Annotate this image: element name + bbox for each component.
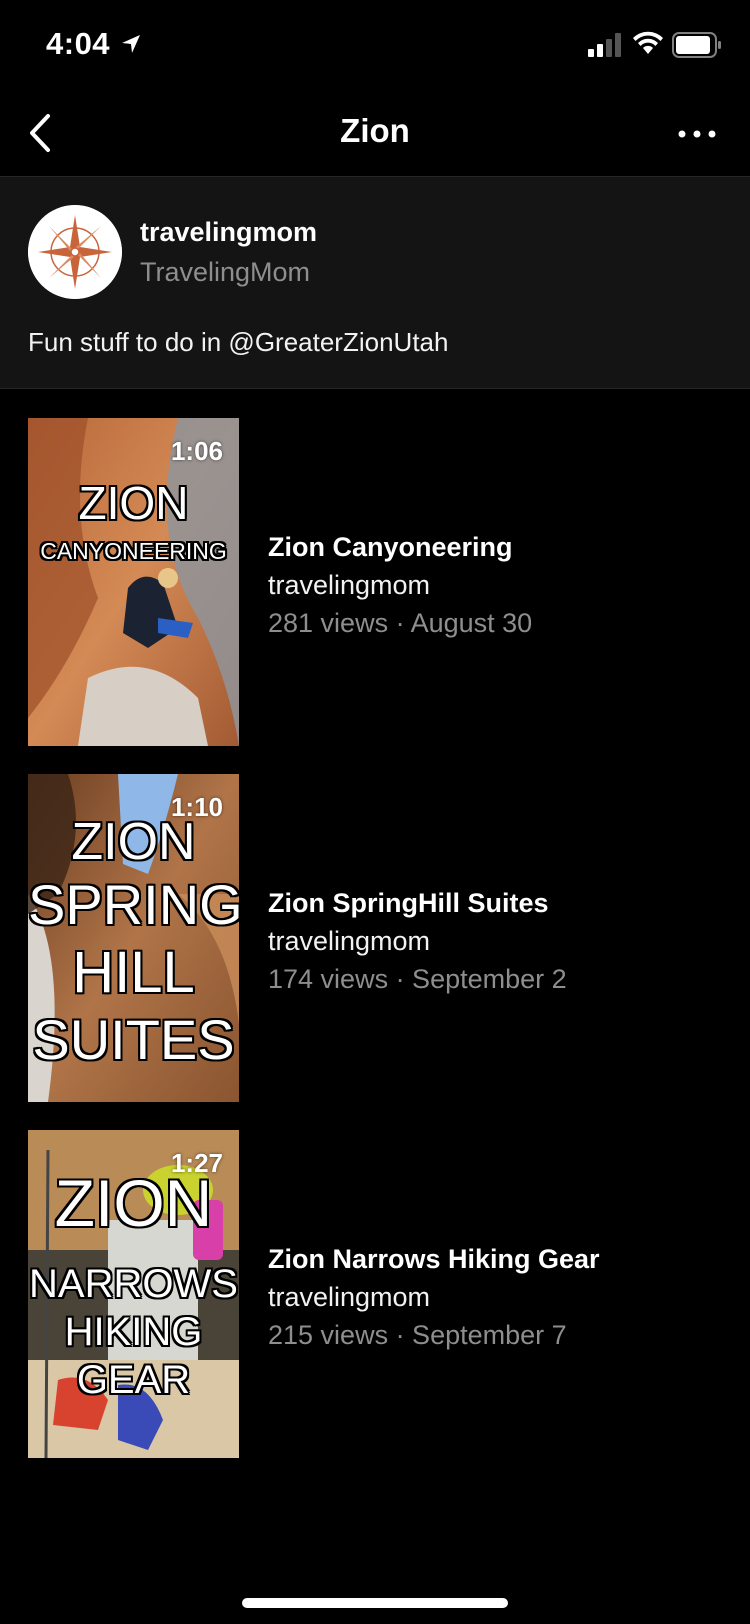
video-channel[interactable]: travelingmom bbox=[268, 1278, 728, 1316]
thumbnail-title-text: SPRING bbox=[28, 873, 239, 936]
video-meta: 174 views · September 2 bbox=[268, 964, 567, 994]
more-options-icon[interactable] bbox=[672, 116, 722, 152]
status-bar: 4:04 bbox=[0, 0, 750, 92]
video-list-item[interactable]: 1:27 ZION NARROWS HIKING GEAR Zion Narro… bbox=[0, 1130, 750, 1458]
video-title[interactable]: Zion Narrows Hiking Gear bbox=[268, 1240, 728, 1278]
thumbnail-title-text: SUITES bbox=[32, 1008, 235, 1071]
video-channel[interactable]: travelingmom bbox=[268, 566, 728, 604]
thumbnail-title-text: ZION bbox=[78, 477, 189, 529]
video-thumbnail[interactable]: 1:27 ZION NARROWS HIKING GEAR bbox=[28, 1130, 239, 1458]
video-thumbnail[interactable]: 1:06 ZION CANYONEERING bbox=[28, 418, 239, 746]
thumbnail-title-text: HILL bbox=[72, 940, 195, 1005]
playlist-description: Fun stuff to do in @GreaterZionUtah bbox=[28, 327, 449, 357]
video-info: Zion Narrows Hiking Gear travelingmom 21… bbox=[268, 1240, 728, 1354]
thumbnail-title-text: GEAR bbox=[76, 1358, 191, 1402]
video-meta: 281 views · August 30 bbox=[268, 608, 533, 638]
video-list-item[interactable]: 1:06 ZION CANYONEERING Zion Canyoneering… bbox=[0, 418, 750, 746]
cellular-signal-icon bbox=[588, 33, 621, 57]
avatar[interactable] bbox=[28, 205, 122, 299]
thumbnail-image bbox=[28, 418, 239, 746]
thumbnail-title-text: CANYONEERING bbox=[40, 538, 227, 564]
video-title[interactable]: Zion Canyoneering bbox=[268, 528, 728, 566]
video-duration-badge: 1:06 bbox=[170, 436, 223, 466]
thumbnail-title-text: ZION bbox=[71, 813, 196, 871]
video-info: Zion Canyoneering travelingmom 281 views… bbox=[268, 528, 728, 642]
playlist-header-card: travelingmom TravelingMom Fun stuff to d… bbox=[0, 177, 750, 389]
location-arrow-icon bbox=[122, 35, 140, 53]
channel-username[interactable]: travelingmom bbox=[140, 217, 317, 248]
status-time: 4:04 bbox=[46, 26, 111, 61]
video-channel[interactable]: travelingmom bbox=[268, 922, 728, 960]
video-thumbnail[interactable]: 1:10 ZION SPRING HILL SUITES bbox=[28, 774, 239, 1102]
compass-rose-logo-icon bbox=[28, 205, 122, 299]
video-list-item[interactable]: 1:10 ZION SPRING HILL SUITES Zion Spring… bbox=[0, 774, 750, 1102]
home-indicator[interactable] bbox=[242, 1598, 508, 1608]
battery-icon bbox=[672, 32, 721, 58]
page-title: Zion bbox=[340, 112, 410, 149]
video-title[interactable]: Zion SpringHill Suites bbox=[268, 884, 728, 922]
video-meta: 215 views · September 7 bbox=[268, 1320, 567, 1350]
thumbnail-title-text: ZION bbox=[54, 1166, 213, 1240]
video-info: Zion SpringHill Suites travelingmom 174 … bbox=[268, 884, 728, 998]
thumbnail-title-text: NARROWS bbox=[29, 1262, 238, 1306]
channel-display-name: TravelingMom bbox=[140, 257, 311, 287]
thumbnail-title-text: HIKING bbox=[64, 1310, 203, 1354]
wifi-icon bbox=[633, 31, 663, 54]
navigation-bar: Zion bbox=[0, 92, 750, 177]
